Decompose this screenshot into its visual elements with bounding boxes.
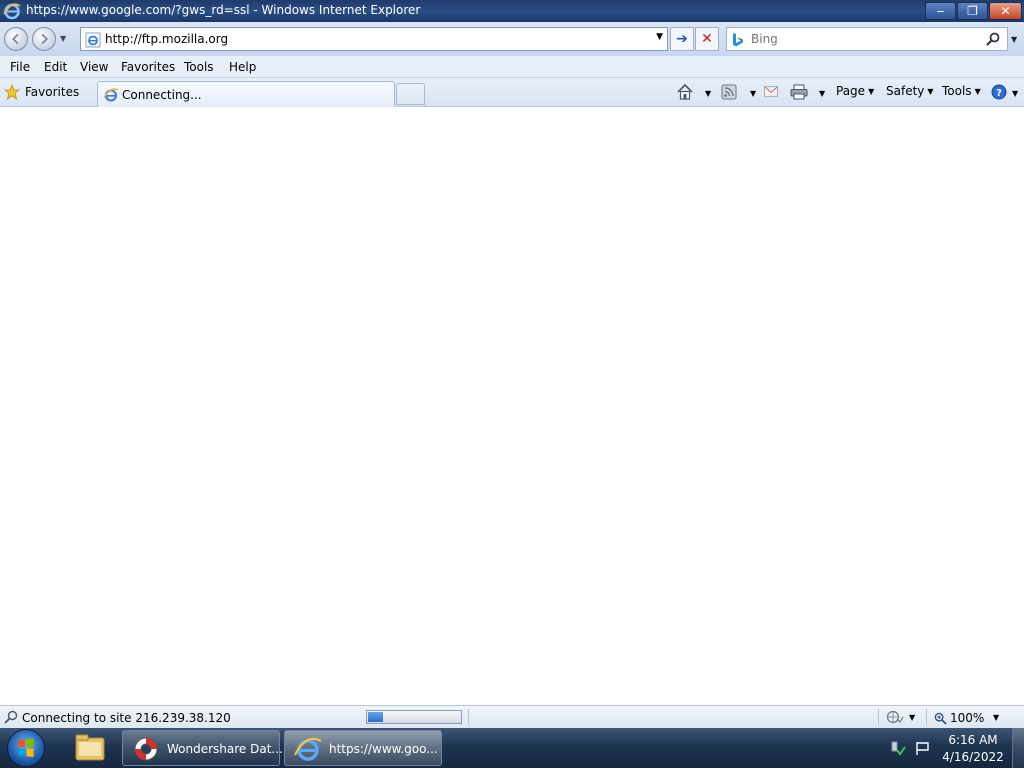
page-content[interactable]: [0, 107, 1024, 705]
address-bar[interactable]: ▼: [80, 27, 668, 51]
address-input[interactable]: [105, 31, 635, 47]
new-tab-button[interactable]: [396, 83, 425, 105]
status-divider: [926, 709, 927, 725]
network-security-icon[interactable]: [890, 740, 906, 756]
tab-label: Connecting...: [122, 88, 202, 102]
favorites-button[interactable]: Favorites: [4, 82, 85, 102]
help-dropdown-icon[interactable]: ▼: [1009, 86, 1018, 100]
taskbar-wondershare-label: Wondershare Dat...: [167, 742, 283, 756]
clock-date[interactable]: 4/16/2022: [940, 750, 1006, 764]
status-divider: [878, 709, 879, 725]
taskbar-ie-button[interactable]: https://www.goo...: [284, 730, 442, 766]
ie-icon[interactable]: [3, 2, 21, 20]
zoom-level: 100%: [950, 711, 985, 725]
menu-favorites[interactable]: Favorites: [121, 60, 175, 74]
status-divider: [468, 709, 469, 725]
zoom-icon: [934, 712, 947, 725]
search-icon[interactable]: [985, 31, 1001, 47]
status-text: Connecting to site 216.239.38.120: [22, 711, 231, 725]
menu-help[interactable]: Help: [229, 60, 256, 74]
forward-button[interactable]: [32, 27, 56, 51]
page-menu-label: Page: [836, 84, 866, 98]
protected-mode-icon[interactable]: [886, 710, 904, 724]
window-title: https://www.google.com/?gws_rd=ssl - Win…: [26, 3, 421, 17]
menu-view[interactable]: View: [80, 60, 108, 74]
minimize-button[interactable]: ‒: [925, 2, 956, 20]
lifebuoy-icon: [134, 737, 158, 761]
bing-icon: [733, 33, 743, 47]
menu-file[interactable]: File: [10, 60, 30, 74]
favorites-label: Favorites: [25, 85, 80, 99]
taskbar-wondershare-button[interactable]: Wondershare Dat...: [122, 730, 283, 766]
search-box[interactable]: [726, 27, 1008, 51]
print-dropdown-icon[interactable]: ▼: [816, 86, 825, 100]
ie-tab-icon: [103, 88, 119, 102]
windows-logo-icon: [18, 738, 34, 757]
navigation-bar: ▼ ▼ ➔ ✕ ▼: [0, 22, 1024, 56]
status-bar: Connecting to site 216.239.38.120 ▼ 100%…: [0, 705, 1024, 728]
menu-tools[interactable]: Tools: [184, 60, 214, 74]
title-bar: https://www.google.com/?gws_rd=ssl - Win…: [0, 0, 1024, 22]
go-button[interactable]: ➔: [670, 27, 694, 51]
taskbar: Wondershare Dat... https://www.goo... 6:…: [0, 728, 1024, 768]
tab-active[interactable]: Connecting...: [97, 81, 395, 107]
stop-button[interactable]: ✕: [695, 27, 719, 51]
safety-menu-button[interactable]: Safety ▼: [886, 84, 934, 98]
home-icon[interactable]: [676, 83, 694, 101]
feeds-dropdown-icon[interactable]: ▼: [747, 86, 756, 100]
print-icon[interactable]: [790, 84, 808, 100]
taskbar-ie-label: https://www.goo...: [329, 742, 438, 756]
search-options-dropdown-icon[interactable]: ▼: [1011, 35, 1017, 44]
loading-magnifier-icon: [4, 710, 18, 724]
home-dropdown-icon[interactable]: ▼: [702, 86, 711, 100]
ie-page-icon: [85, 32, 101, 48]
folder-icon[interactable]: [68, 730, 112, 766]
show-desktop-button[interactable]: [1012, 728, 1024, 768]
menu-edit[interactable]: Edit: [44, 60, 67, 74]
forward-arrow-icon: [41, 33, 49, 45]
restore-button[interactable]: ❐: [957, 2, 988, 20]
help-icon[interactable]: ?: [991, 84, 1007, 100]
safety-menu-label: Safety: [886, 84, 925, 98]
tools-menu-label: Tools: [942, 84, 972, 98]
search-input[interactable]: [751, 31, 971, 47]
loading-progress-bar: [366, 710, 462, 724]
menu-bar: File Edit View Favorites Tools Help: [0, 56, 1024, 78]
back-button[interactable]: [4, 27, 28, 51]
mail-icon[interactable]: [764, 86, 778, 97]
clock-time[interactable]: 6:16 AM: [940, 733, 1006, 747]
progress-fill: [368, 712, 383, 722]
svg-text:?: ?: [996, 88, 1002, 99]
zoom-button[interactable]: 100%: [934, 711, 984, 725]
page-menu-button[interactable]: Page ▼: [836, 84, 874, 98]
back-arrow-icon: [11, 33, 19, 45]
start-button[interactable]: [7, 729, 45, 767]
tools-menu-button[interactable]: Tools ▼: [942, 84, 981, 98]
zoom-dropdown-icon[interactable]: ▼: [993, 713, 999, 722]
ie-icon: [294, 737, 322, 761]
action-center-flag-icon[interactable]: [914, 740, 932, 756]
protected-mode-dropdown-icon[interactable]: ▼: [909, 713, 915, 722]
rss-icon[interactable]: [721, 84, 737, 100]
address-dropdown-icon[interactable]: ▼: [656, 32, 663, 42]
star-icon: [4, 84, 20, 100]
close-button[interactable]: ✕: [989, 2, 1022, 20]
recent-pages-dropdown-icon[interactable]: ▼: [60, 34, 66, 43]
favorites-and-tabs-bar: Favorites Connecting... ▼ ▼ ▼ Page ▼ Safe…: [0, 78, 1024, 107]
